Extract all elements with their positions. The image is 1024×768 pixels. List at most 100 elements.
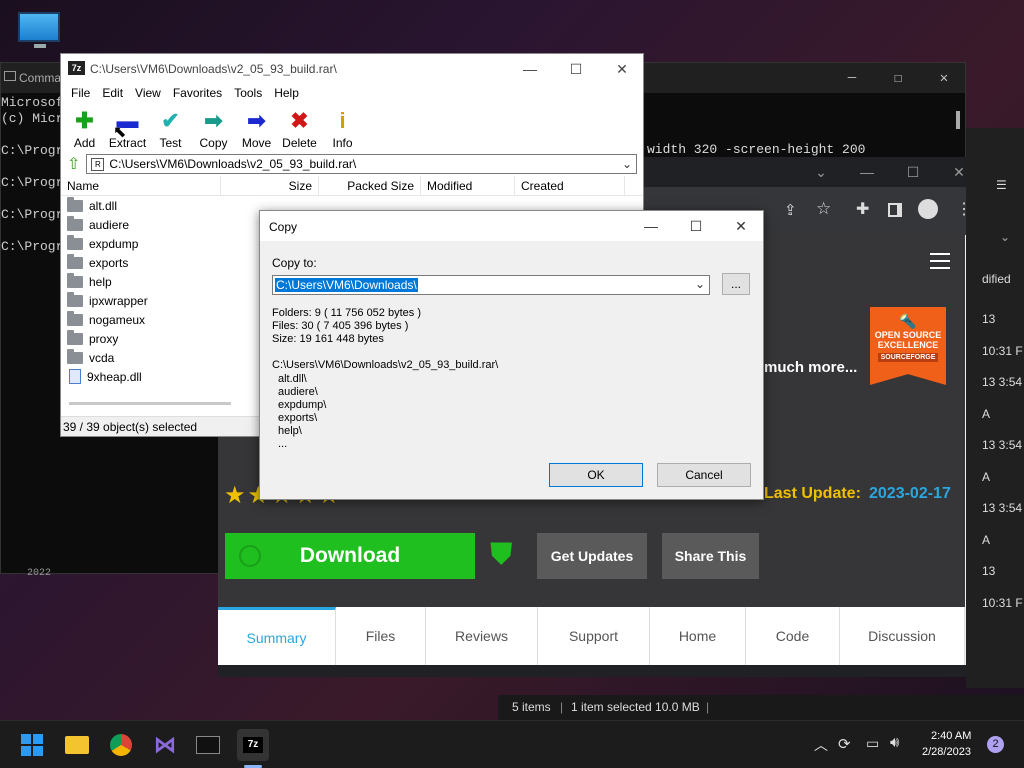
notification-badge[interactable]: 2 (987, 736, 1004, 753)
source-item: help\ (278, 425, 302, 437)
menu-item-edit[interactable]: Edit (96, 84, 129, 104)
tab-summary[interactable]: Summary (218, 607, 336, 665)
share-icon[interactable]: ⇪ (784, 201, 797, 219)
minimize-button[interactable]: — (507, 54, 553, 84)
chrome-icon[interactable] (105, 729, 137, 761)
sync-icon[interactable]: ⟳ (838, 735, 851, 753)
share-button[interactable]: Share This (662, 533, 759, 579)
maximize-button[interactable]: ☐ (673, 211, 719, 241)
up-folder-icon[interactable]: ⇧ (67, 154, 80, 174)
tab-support[interactable]: Support (538, 607, 650, 665)
sf-logo-icon (239, 545, 261, 567)
toolbar-label: Test (159, 136, 182, 150)
badge-brand: SOURCEFORGE (878, 353, 938, 362)
extensions-icon[interactable]: ✚ (856, 199, 869, 219)
cmd-title: Comma (19, 71, 62, 85)
explorer-row-modified[interactable]: 13 3:54 A (982, 493, 1024, 556)
test-button[interactable]: ✔ Test (149, 104, 192, 152)
close-button[interactable]: ✕ (599, 54, 645, 84)
check-icon: ✔ (161, 108, 180, 133)
explorer-list: 13 10:31 F 13 3:54 A 13 3:54 A 13 3:54 A 13 … (982, 304, 1024, 619)
explorer-row-modified[interactable]: 13 3:54 A (982, 430, 1024, 493)
minimize-button[interactable]: — (628, 211, 674, 241)
list-view-icon[interactable]: ☰ (996, 178, 1007, 192)
maximize-button[interactable]: ☐ (553, 54, 599, 84)
dialog-titlebar[interactable]: Copy — ☐ ✕ (260, 211, 763, 241)
profile-icon[interactable] (918, 199, 938, 219)
explorer-window[interactable]: ☰ ⌄ dified 13 10:31 F 13 3:54 A 13 3:54 A1… (966, 128, 1024, 688)
add-button[interactable]: ✚ Add (63, 104, 106, 152)
scrollbar[interactable] (956, 111, 960, 129)
file-name: help (89, 274, 112, 289)
chevron-up-icon[interactable]: ︿ (814, 735, 828, 755)
tab-reviews[interactable]: Reviews (426, 607, 538, 665)
minimize-button[interactable]: — (829, 63, 875, 93)
visual-studio-icon[interactable]: ⋈ (149, 729, 181, 761)
tab-discussion[interactable]: Discussion (840, 607, 965, 665)
file-explorer-icon[interactable] (61, 729, 93, 761)
horizontal-scrollbar[interactable] (69, 402, 231, 405)
this-pc-icon[interactable] (18, 10, 62, 50)
terminal-icon[interactable] (192, 729, 224, 761)
7zip-taskbar-icon[interactable]: 7z (237, 729, 269, 761)
delete-button[interactable]: ✖ Delete (278, 104, 321, 152)
column-created[interactable]: Created (515, 176, 625, 195)
chevron-down-icon[interactable]: ⌄ (798, 157, 844, 187)
explorer-row-modified[interactable]: 13 3:54 A (982, 367, 1024, 430)
copy-button[interactable]: ➡ Copy (192, 104, 235, 152)
maximize-button[interactable]: ☐ (875, 63, 921, 93)
copy-dialog[interactable]: Copy — ☐ ✕ Copy to: C:\Users\VM6\Downloa… (259, 210, 764, 500)
tab-code[interactable]: Code (746, 607, 840, 665)
cmd-line-text: width 320 -screen-height 200 (647, 142, 866, 157)
volume-icon[interactable]: 🔊︎ (890, 734, 899, 751)
clock-date[interactable]: 2/28/2023 (922, 746, 971, 758)
tab-home[interactable]: Home (650, 607, 746, 665)
chevron-down-icon[interactable]: ⌄ (695, 277, 705, 291)
chevron-down-icon[interactable]: ⌄ (1000, 230, 1010, 244)
folder-icon (67, 215, 83, 231)
maximize-button[interactable]: ☐ (890, 157, 936, 187)
folder-icon (67, 310, 83, 326)
menu-item-favorites[interactable]: Favorites (167, 84, 228, 104)
close-button[interactable]: ✕ (718, 211, 764, 241)
address-bar[interactable]: R C:\Users\VM6\Downloads\v2_05_93_build.… (86, 154, 637, 174)
browse-button[interactable]: ... (722, 273, 750, 295)
explorer-row-modified[interactable]: 13 10:31 F (982, 556, 1024, 619)
star-icon[interactable]: ☆ (816, 199, 831, 219)
column-modified[interactable]: Modified (421, 176, 515, 195)
folder-icon (67, 234, 83, 250)
start-button[interactable] (16, 729, 48, 761)
sidepanel-icon[interactable] (888, 203, 902, 217)
move-button[interactable]: ➡ Move (235, 104, 278, 152)
menu-item-view[interactable]: View (129, 84, 167, 104)
hamburger-menu-icon[interactable] (930, 253, 950, 269)
cancel-button[interactable]: Cancel (657, 463, 751, 487)
network-icon[interactable]: ▭ (866, 735, 879, 752)
clock-time[interactable]: 2:40 AM (931, 730, 971, 742)
column-modified[interactable]: dified (982, 272, 1011, 286)
last-update-label: Last Update: (764, 485, 861, 502)
minimize-button[interactable]: — (844, 157, 890, 187)
toolbar-label: Move (241, 136, 272, 150)
folder-icon (67, 253, 83, 269)
ok-button[interactable]: OK (549, 463, 643, 487)
download-button[interactable]: Download (225, 533, 475, 579)
close-button[interactable]: ✕ (921, 63, 967, 93)
menu-item-tools[interactable]: Tools (228, 84, 268, 104)
get-updates-button[interactable]: Get Updates (537, 533, 647, 579)
destination-path-combobox[interactable]: C:\Users\VM6\Downloads\ ⌄ (272, 275, 710, 295)
cmd-icon (4, 71, 16, 81)
7zip-titlebar[interactable]: 7z C:\Users\VM6\Downloads\v2_05_93_build… (61, 54, 643, 84)
menu-item-file[interactable]: File (65, 84, 96, 104)
source-item: audiere\ (278, 386, 318, 398)
explorer-row-modified[interactable]: 13 10:31 F (982, 304, 1024, 367)
tab-files[interactable]: Files (336, 607, 426, 665)
column-size[interactable]: Size (221, 176, 319, 195)
info-button[interactable]: i Info (321, 104, 364, 152)
menu-item-help[interactable]: Help (268, 84, 305, 104)
column-packed-size[interactable]: Packed Size (319, 176, 421, 195)
explorer-statusbar: 5 items | 1 item selected 10.0 MB | (498, 695, 1024, 720)
chevron-down-icon[interactable]: ⌄ (622, 157, 632, 171)
column-name[interactable]: Name (61, 176, 221, 195)
description-more: much more... (764, 359, 858, 376)
